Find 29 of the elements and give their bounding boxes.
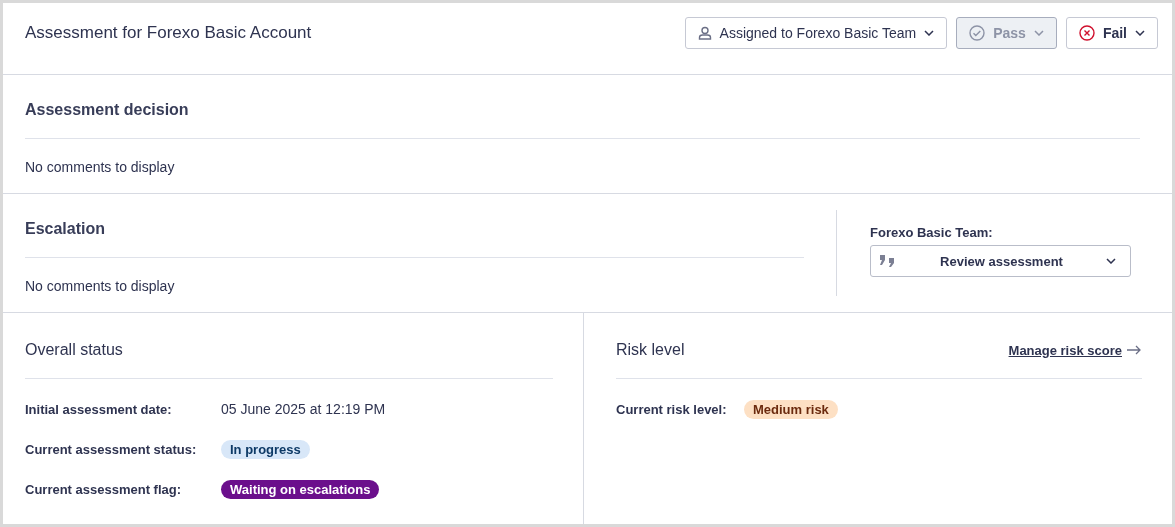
field-value: 05 June 2025 at 12:19 PM: [221, 401, 386, 417]
section-title: Assessment decision: [25, 101, 190, 119]
empty-message: No comments to display: [25, 159, 176, 175]
field-label: Current assessment status:: [25, 441, 198, 457]
manage-risk-link[interactable]: Manage risk score: [1008, 342, 1122, 358]
field-label: Current assessment flag:: [25, 481, 183, 497]
team-label: Forexo Basic Team:: [870, 225, 994, 240]
field-label: Current risk level:: [616, 401, 728, 417]
status-badge: In progress: [221, 439, 310, 459]
assignee-dropdown[interactable]: Assigned to Forexo Basic Team: [684, 16, 948, 49]
chevron-down-icon: [924, 29, 935, 36]
quote-icon: [879, 254, 897, 268]
arrow-right-icon: [1127, 345, 1142, 355]
field-label: Initial assessment date:: [25, 401, 173, 417]
chevron-down-icon: [1033, 29, 1044, 36]
section-title: Risk level: [616, 341, 686, 359]
check-circle-icon: [969, 24, 986, 41]
section-title: Escalation: [25, 220, 107, 238]
chevron-down-icon: [1135, 29, 1145, 36]
person-icon: [697, 25, 712, 40]
status-badge: Waiting on escalations: [221, 479, 380, 499]
x-circle-icon: [1078, 24, 1095, 41]
empty-message: No comments to display: [25, 278, 176, 294]
chevron-down-icon: [1106, 258, 1116, 264]
section-title: Overall status: [25, 341, 124, 359]
review-dropdown[interactable]: Review assessment: [870, 245, 1131, 277]
page-title: Assessment for Forexo Basic Account: [25, 22, 312, 43]
status-badge: Medium risk: [744, 399, 838, 419]
fail-button[interactable]: Fail: [1065, 16, 1158, 49]
